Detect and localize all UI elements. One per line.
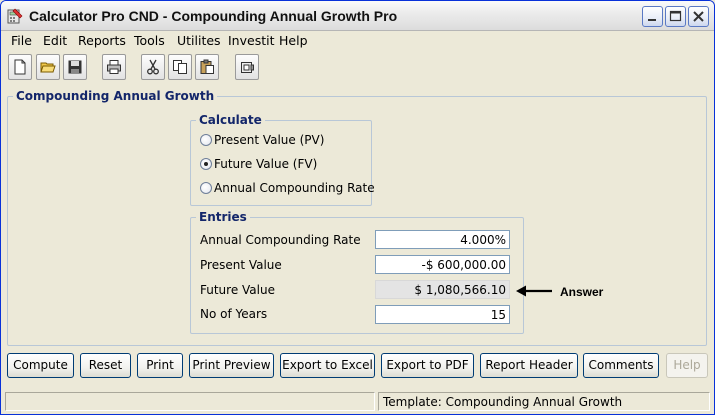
radio-label: Future Value (FV)	[214, 157, 318, 171]
no-of-years-label: No of Years	[200, 307, 268, 321]
menu-edit[interactable]: Edit	[43, 33, 67, 48]
radio-button[interactable]	[200, 158, 212, 170]
answer-annotation: Answer	[560, 285, 604, 299]
open-folder-icon	[40, 62, 56, 73]
paste-icon	[200, 59, 214, 74]
panel-title: Compounding Annual Growth	[13, 89, 218, 103]
print-icon	[107, 60, 121, 74]
annual-compounding-rate-label: Annual Compounding Rate	[200, 233, 361, 247]
save-icon	[68, 60, 82, 74]
new-file-icon	[14, 59, 26, 75]
status-cell-left	[5, 392, 375, 411]
menu-bar: File Edit Reports Tools Utilites Investi…	[1, 31, 714, 51]
window-title: Calculator Pro CND - Compounding Annual …	[29, 8, 398, 24]
calculate-group-title: Calculate	[196, 113, 265, 127]
reset-button[interactable]: Reset	[80, 353, 131, 378]
menu-reports[interactable]: Reports	[78, 33, 126, 48]
close-button[interactable]	[688, 6, 709, 27]
app-window: Calculator Pro CND - Compounding Annual …	[0, 0, 715, 415]
report-header-button[interactable]: Report Header	[480, 353, 578, 378]
menu-utilites[interactable]: Utilites	[177, 33, 221, 48]
future-value-field: $ 1,080,566.10	[375, 280, 510, 299]
status-bar: Template: Compounding Annual Growth	[5, 392, 710, 411]
radio-label: Present Value (PV)	[214, 133, 325, 147]
help-button[interactable]: Help	[666, 353, 708, 378]
toolbar	[1, 53, 714, 83]
app-calculator-icon	[6, 7, 24, 25]
cut-icon	[147, 59, 159, 75]
comments-button[interactable]: Comments	[583, 353, 659, 378]
menu-tools[interactable]: Tools	[134, 33, 165, 48]
cut-button[interactable]	[141, 54, 165, 80]
radio-button[interactable]	[200, 134, 212, 146]
print-button[interactable]: Print	[137, 353, 183, 378]
minimize-button[interactable]	[642, 6, 663, 27]
menu-file[interactable]: File	[11, 33, 32, 48]
close-icon	[693, 11, 704, 22]
minimize-icon	[648, 19, 656, 21]
maximize-button[interactable]	[665, 6, 686, 27]
radio-label: Annual Compounding Rate	[214, 181, 375, 195]
annual-compounding-rate-field[interactable]: 4.000%	[375, 230, 510, 249]
export-to-pdf-button[interactable]: Export to PDF	[381, 353, 474, 378]
present-value-field[interactable]: -$ 600,000.00	[375, 255, 510, 274]
menu-help[interactable]: Help	[279, 33, 308, 48]
status-template: Template: Compounding Annual Growth	[378, 392, 710, 411]
new-file-button[interactable]	[8, 54, 32, 80]
radio-button[interactable]	[200, 182, 212, 194]
copy-icon	[173, 60, 187, 74]
calculator-icon	[241, 62, 254, 73]
print-toolbar-button[interactable]	[102, 54, 126, 80]
entries-group-title: Entries	[196, 210, 250, 224]
save-button[interactable]	[63, 54, 87, 80]
calculator-button[interactable]	[235, 54, 259, 80]
paste-button[interactable]	[195, 54, 219, 80]
export-to-excel-button[interactable]: Export to Excel	[280, 353, 375, 378]
open-file-button[interactable]	[36, 54, 60, 80]
left-arrow-icon	[516, 285, 552, 297]
no-of-years-field[interactable]: 15	[375, 305, 510, 324]
present-value-label: Present Value	[200, 258, 282, 272]
copy-button[interactable]	[168, 54, 192, 80]
future-value-label: Future Value	[200, 283, 275, 297]
maximize-icon	[669, 10, 682, 22]
menu-investit[interactable]: Investit	[228, 33, 274, 48]
title-bar[interactable]: Calculator Pro CND - Compounding Annual …	[1, 1, 714, 31]
compute-button[interactable]: Compute	[7, 353, 74, 378]
print-preview-button[interactable]: Print Preview	[189, 353, 274, 378]
